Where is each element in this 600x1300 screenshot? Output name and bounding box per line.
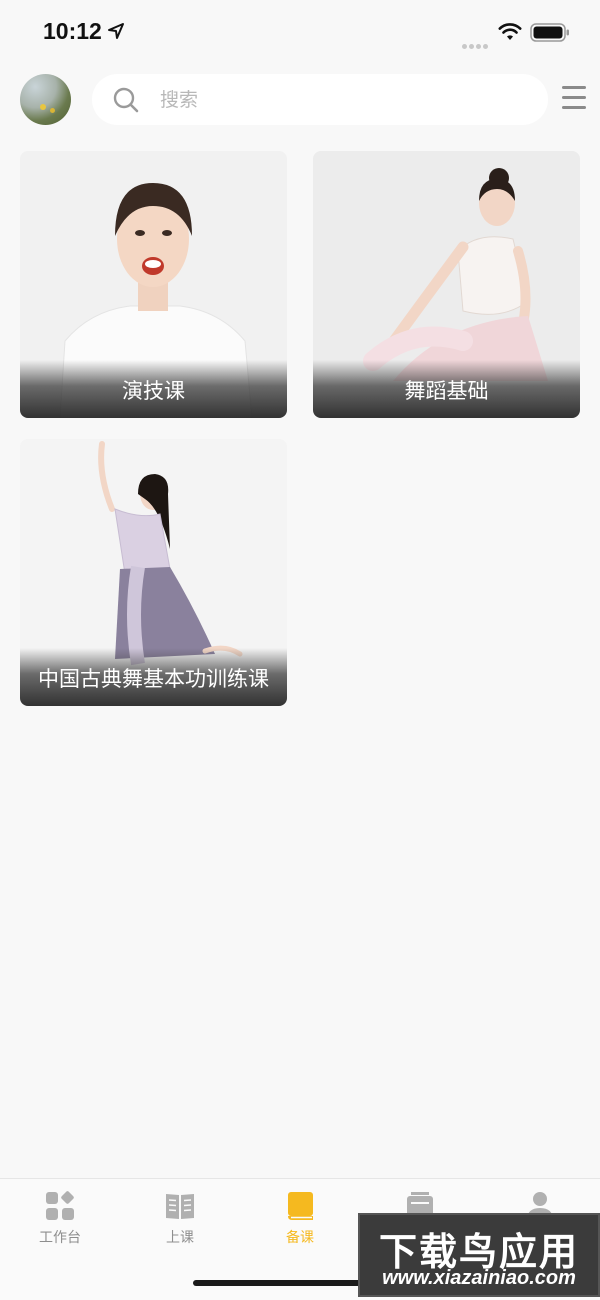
signal-icon bbox=[462, 34, 490, 53]
tab-class[interactable]: 上课 bbox=[120, 1179, 240, 1259]
avatar[interactable] bbox=[20, 74, 71, 125]
course-title: 中国古典舞基本功训练课 bbox=[20, 648, 287, 706]
wifi-icon bbox=[498, 23, 522, 40]
course-card[interactable]: 中国古典舞基本功训练课 bbox=[20, 439, 287, 706]
course-card[interactable]: 舞蹈基础 bbox=[313, 151, 580, 418]
course-card[interactable]: 演技课 bbox=[20, 151, 287, 418]
book-icon bbox=[288, 1192, 313, 1220]
battery-icon bbox=[530, 23, 569, 42]
tab-label: 备课 bbox=[286, 1230, 314, 1246]
course-title: 舞蹈基础 bbox=[313, 360, 580, 418]
status-bar: 10:12 bbox=[0, 0, 600, 66]
grid-icon bbox=[46, 1191, 74, 1220]
menu-icon[interactable] bbox=[562, 86, 586, 112]
watermark-logo: 下载鸟应用 www.xiazainiao.com bbox=[358, 1213, 600, 1297]
tab-prepare[interactable]: 备课 bbox=[240, 1179, 360, 1259]
tab-label: 上课 bbox=[166, 1230, 194, 1246]
tab-workbench[interactable]: 工作台 bbox=[0, 1179, 120, 1259]
search-icon bbox=[113, 87, 139, 113]
search-input[interactable] bbox=[158, 82, 532, 118]
watermark-url: www.xiazainiao.com bbox=[382, 1267, 576, 1289]
tab-label: 工作台 bbox=[39, 1230, 81, 1246]
course-title: 演技课 bbox=[20, 360, 287, 418]
location-arrow-icon bbox=[108, 23, 124, 39]
search-bar[interactable] bbox=[92, 74, 548, 125]
open-book-icon bbox=[166, 1194, 194, 1219]
status-time: 10:12 bbox=[43, 18, 102, 44]
